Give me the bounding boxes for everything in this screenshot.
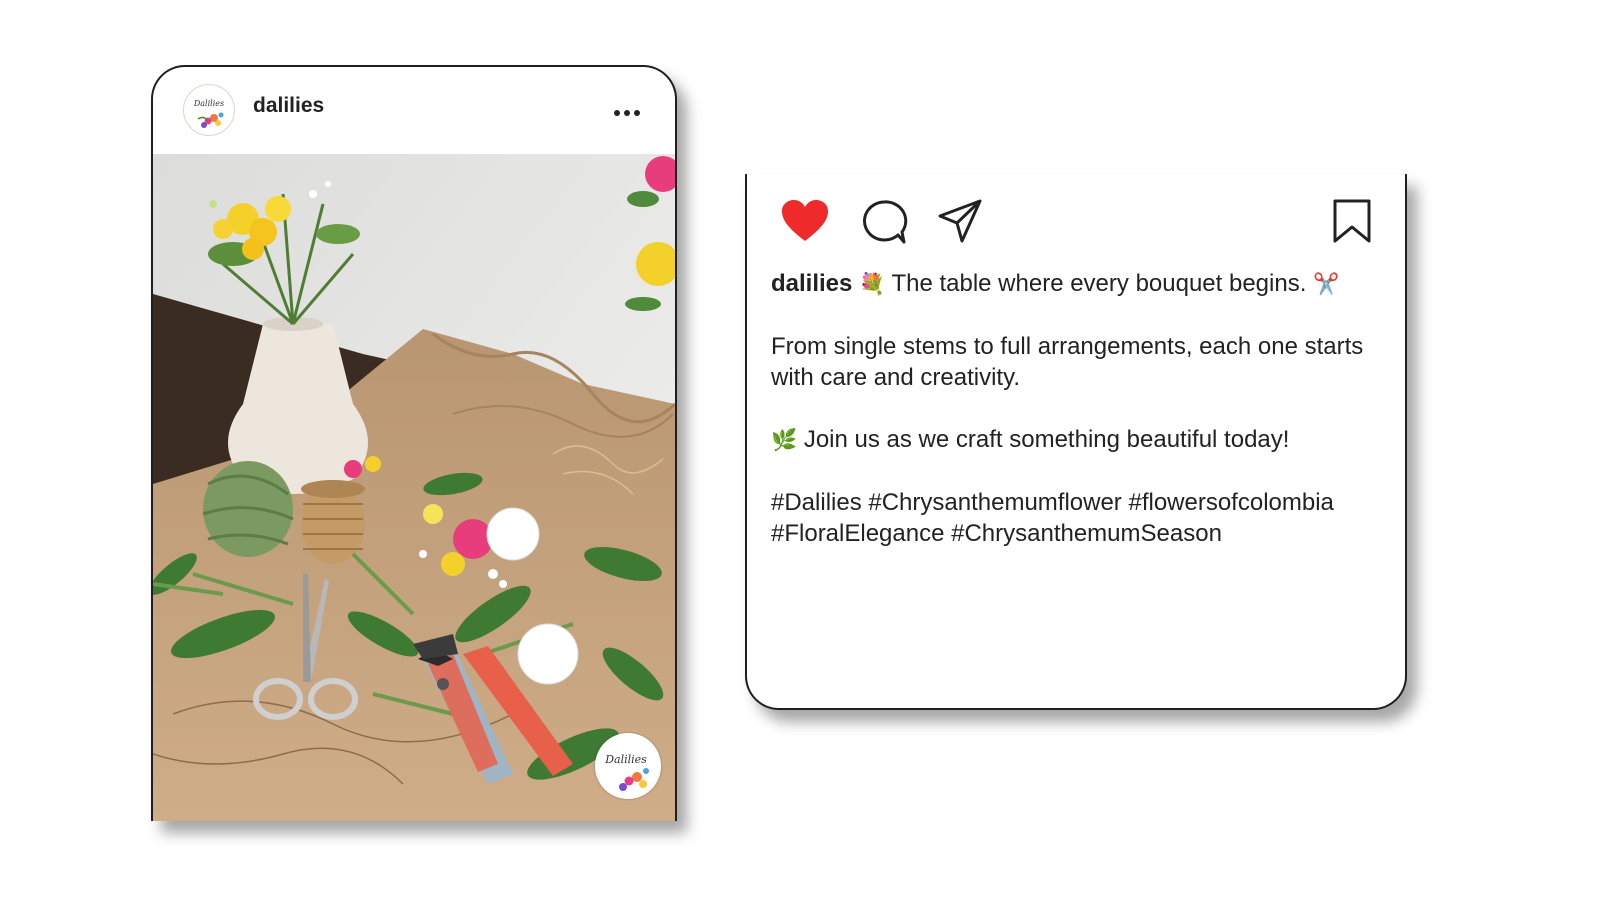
post-header: Dalilies dalilies bbox=[153, 67, 675, 154]
post-photo: Dalilies bbox=[153, 154, 675, 821]
post-card: Dalilies dalilies Dalilies bbox=[151, 65, 677, 821]
more-horizontal-icon bbox=[614, 110, 640, 116]
hashtags-line-2[interactable]: #FloralElegance #ChrysanthemumSeason bbox=[771, 518, 1381, 549]
caption-username[interactable]: dalilies bbox=[771, 270, 852, 297]
caption-invite-line: 🌿 Join us as we craft something beautifu… bbox=[771, 424, 1381, 456]
comment-icon bbox=[863, 200, 908, 244]
post-caption: dalilies 💐 The table where every bouquet… bbox=[771, 268, 1381, 549]
caption-first-line: dalilies 💐 The table where every bouquet… bbox=[771, 268, 1381, 300]
caption-card: dalilies 💐 The table where every bouquet… bbox=[745, 174, 1407, 710]
post-username[interactable]: dalilies bbox=[253, 94, 324, 118]
share-button[interactable] bbox=[937, 198, 983, 244]
bookmark-icon bbox=[1333, 199, 1371, 243]
bouquet-emoji-icon: 💐 bbox=[859, 272, 886, 296]
hashtags-line-1[interactable]: #Dalilies #Chrysanthemumflower #flowerso… bbox=[771, 487, 1381, 518]
watermark-logo: Dalilies bbox=[596, 734, 660, 798]
like-button[interactable] bbox=[780, 198, 830, 244]
watermark-brand-text: Dalilies bbox=[604, 753, 647, 766]
send-icon bbox=[938, 199, 982, 243]
herb-emoji-icon: 🌿 bbox=[771, 428, 798, 452]
scissors-emoji-icon: ✂️ bbox=[1313, 272, 1340, 296]
florist-table-illustration bbox=[153, 154, 675, 821]
caption-invite-text: Join us as we craft something beautiful … bbox=[803, 426, 1290, 453]
comment-button[interactable] bbox=[860, 198, 908, 246]
caption-headline: The table where every bouquet begins. bbox=[891, 270, 1307, 297]
avatar-brand-text: Dalilies bbox=[193, 99, 224, 108]
more-options-button[interactable] bbox=[607, 97, 647, 125]
profile-avatar[interactable]: Dalilies bbox=[183, 84, 235, 136]
save-button[interactable] bbox=[1331, 198, 1373, 244]
caption-paragraph: From single stems to full arrangements, … bbox=[771, 333, 1364, 391]
avatar-logo: Dalilies bbox=[185, 86, 233, 134]
brand-watermark: Dalilies bbox=[595, 733, 661, 799]
heart-filled-icon bbox=[782, 200, 828, 241]
